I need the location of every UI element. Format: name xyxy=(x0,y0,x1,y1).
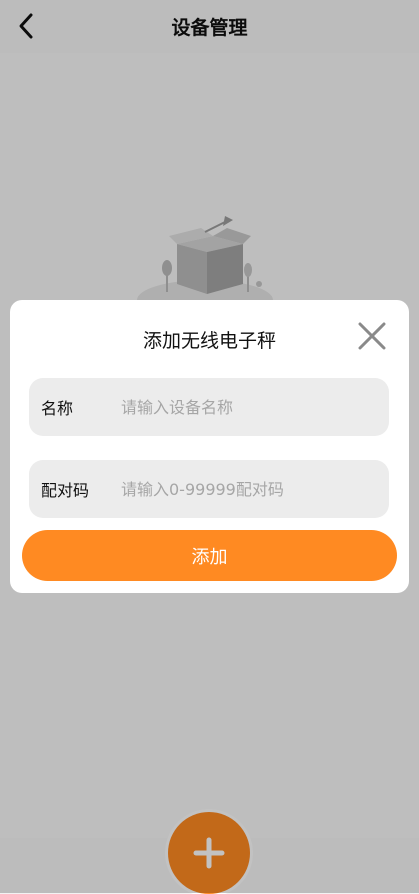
close-button[interactable] xyxy=(356,320,388,352)
add-button[interactable]: 添加 xyxy=(22,530,397,581)
name-label: 名称 xyxy=(41,399,74,418)
name-input[interactable] xyxy=(121,397,389,417)
dialog-title: 添加无线电子秤 xyxy=(142,330,276,352)
name-field: 名称 xyxy=(29,378,389,436)
pairing-code-field: 配对码 xyxy=(29,460,389,518)
pairing-code-input[interactable] xyxy=(121,479,389,499)
add-scale-dialog: 添加无线电子秤 名称 配对码 添加 xyxy=(10,300,409,593)
close-icon xyxy=(358,322,386,350)
pairing-code-label: 配对码 xyxy=(41,481,90,500)
